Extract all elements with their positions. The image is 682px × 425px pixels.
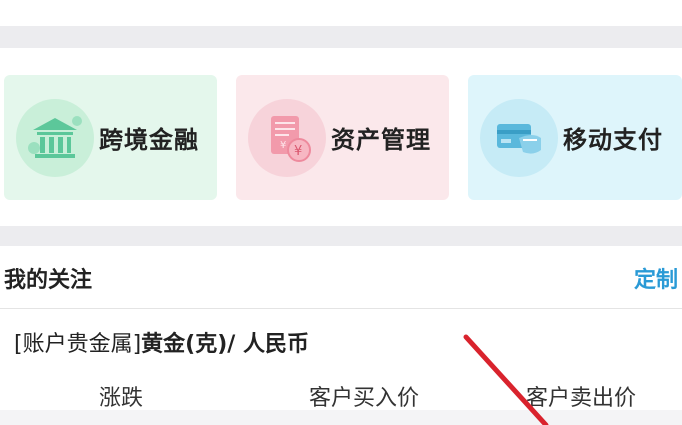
red-annotation-arrow (463, 334, 549, 425)
